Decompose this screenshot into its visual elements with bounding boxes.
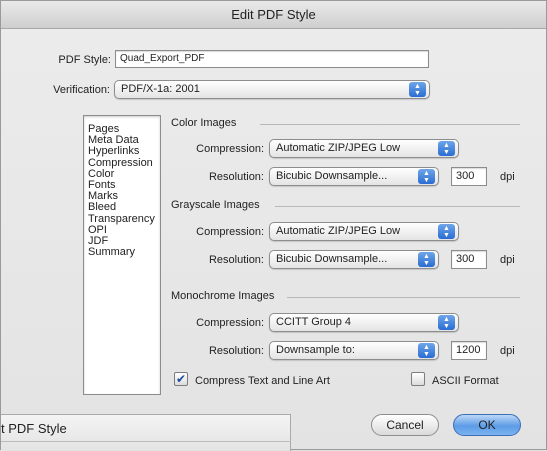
grayscale-resolution-value: Bicubic Downsample... [276, 253, 388, 265]
ascii-format-checkbox[interactable] [411, 372, 425, 386]
color-compression-popup[interactable]: Automatic ZIP/JPEG Low ▲ ▼ [269, 139, 459, 158]
ascii-format-label: ASCII Format [432, 375, 499, 387]
grayscale-compression-label: Compression: [196, 226, 264, 238]
color-images-title: Color Images [171, 117, 237, 129]
color-dpi-field[interactable]: 300 [451, 167, 487, 186]
grayscale-resolution-label: Resolution: [208, 254, 264, 266]
grayscale-resolution-popup[interactable]: Bicubic Downsample... ▲ ▼ [269, 250, 439, 269]
color-resolution-value: Bicubic Downsample... [276, 170, 388, 182]
popup-stepper-icon: ▲ ▼ [418, 343, 435, 358]
checkmark-icon: ✔ [175, 372, 187, 386]
monochrome-resolution-popup[interactable]: Downsample to: ▲ ▼ [269, 341, 439, 360]
monochrome-resolution-value: Downsample to: [276, 344, 355, 356]
background-window-title: t PDF Style [1, 421, 67, 436]
cancel-button[interactable]: Cancel [371, 414, 439, 436]
grayscale-compression-popup[interactable]: Automatic ZIP/JPEG Low ▲ ▼ [269, 222, 459, 241]
monochrome-dpi-unit: dpi [500, 345, 515, 357]
popup-stepper-icon: ▲ ▼ [438, 224, 455, 239]
monochrome-group-divider [287, 297, 520, 298]
grayscale-images-title: Grayscale Images [171, 199, 260, 211]
monochrome-dpi-field[interactable]: 1200 [451, 341, 487, 360]
sidebar-item-bleed[interactable]: Bleed [84, 202, 160, 213]
sidebar-item-hyperlinks[interactable]: Hyperlinks [84, 146, 160, 157]
grayscale-dpi-field[interactable]: 300 [451, 250, 487, 269]
compress-text-checkbox[interactable]: ✔ [174, 372, 188, 386]
ok-button[interactable]: OK [453, 414, 521, 436]
monochrome-compression-label: Compression: [196, 317, 264, 329]
background-window[interactable]: t PDF Style [1, 414, 291, 451]
grayscale-dpi-unit: dpi [500, 254, 515, 266]
grayscale-compression-value: Automatic ZIP/JPEG Low [276, 225, 401, 237]
grayscale-group-divider [275, 206, 520, 207]
window-title: Edit PDF Style [1, 1, 546, 29]
pdf-style-name-field[interactable]: Quad_Export_PDF [115, 50, 429, 68]
edit-pdf-style-dialog: Edit PDF Style PDF Style: Quad_Export_PD… [0, 0, 547, 451]
popup-stepper-icon: ▲ ▼ [438, 141, 455, 156]
monochrome-compression-popup[interactable]: CCITT Group 4 ▲ ▼ [269, 313, 459, 332]
color-compression-label: Compression: [196, 143, 264, 155]
color-resolution-label: Resolution: [208, 171, 264, 183]
monochrome-compression-value: CCITT Group 4 [276, 316, 351, 328]
sidebar-item-summary[interactable]: Summary [84, 247, 160, 258]
popup-stepper-icon: ▲ ▼ [418, 169, 435, 184]
monochrome-resolution-label: Resolution: [208, 345, 264, 357]
popup-stepper-icon: ▲ ▼ [409, 82, 426, 97]
background-window-divider [1, 441, 291, 442]
popup-stepper-icon: ▲ ▼ [438, 315, 455, 330]
pdf-style-label: PDF Style: [58, 54, 111, 66]
color-resolution-popup[interactable]: Bicubic Downsample... ▲ ▼ [269, 167, 439, 186]
verification-value: PDF/X-1a: 2001 [121, 83, 200, 95]
monochrome-images-title: Monochrome Images [171, 290, 275, 302]
popup-stepper-icon: ▲ ▼ [418, 252, 435, 267]
verification-popup[interactable]: PDF/X-1a: 2001 ▲ ▼ [114, 80, 430, 99]
compress-text-label: Compress Text and Line Art [195, 375, 330, 387]
color-dpi-unit: dpi [500, 171, 515, 183]
pdf-sections-list[interactable]: Pages Meta Data Hyperlinks Compression Color… [83, 115, 161, 395]
color-compression-value: Automatic ZIP/JPEG Low [276, 142, 401, 154]
verification-label: Verification: [53, 84, 110, 96]
color-group-divider [260, 124, 520, 125]
